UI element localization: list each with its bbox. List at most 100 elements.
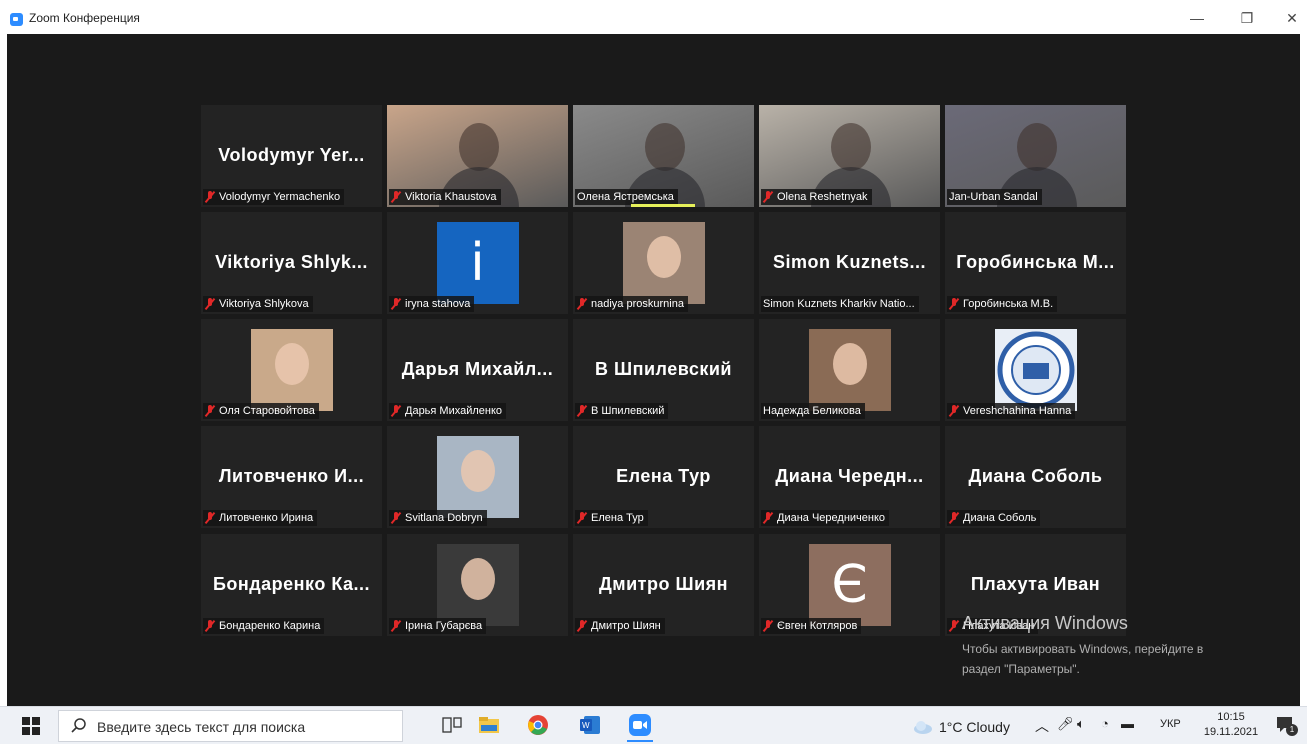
participant-tile[interactable]: Jan-Urban Sandal (945, 105, 1126, 207)
participant-tile[interactable]: Диана Соболь Диана Соболь (945, 426, 1126, 528)
participant-tile[interactable]: Vereshchahina Hanna (945, 319, 1126, 421)
participant-name-label: Дмитро Шиян (575, 618, 665, 634)
person-silhouette (831, 123, 871, 171)
mic-muted-icon (205, 620, 215, 632)
participant-name-label: Євген Котляров (761, 618, 862, 634)
volume-icon[interactable]: 🔈︎ (1077, 716, 1085, 732)
participant-tile[interactable]: Надежда Беликова (759, 319, 940, 421)
participant-tile[interactable]: Литовченко И... Литовченко Ирина (201, 426, 382, 528)
participant-tile[interactable]: Елена Тур Елена Тур (573, 426, 754, 528)
participant-tile[interactable]: Горобинська М... Горобинська М.В. (945, 212, 1126, 314)
participant-display-name: Диана Чередн... (775, 466, 924, 486)
profile-photo (436, 544, 519, 626)
letter-avatar: i (436, 222, 519, 304)
participant-tile[interactable]: i iryna stahova (387, 212, 568, 314)
face-shape (646, 236, 681, 278)
cloud-icon (914, 721, 932, 734)
mic-muted-icon (577, 298, 587, 310)
participant-name-label: Оля Старовойтова (203, 403, 319, 419)
participant-name: Olena Reshetnyak (777, 191, 868, 203)
notification-center-button[interactable]: 1 (1276, 715, 1298, 737)
profile-photo (250, 329, 333, 411)
task-view-button[interactable] (440, 713, 464, 737)
participant-name: Jan-Urban Sandal (949, 191, 1038, 203)
participant-name: nadiya proskurnina (591, 298, 684, 310)
emblem-icon (997, 331, 1074, 409)
mic-muted-icon (577, 620, 587, 632)
file-explorer-button[interactable] (477, 713, 501, 737)
mic-muted-icon (391, 405, 401, 417)
participant-tile[interactable]: Бондаренко Ка... Бондаренко Карина (201, 534, 382, 636)
activation-line-2: раздел "Параметры". (962, 662, 1080, 676)
participant-tile[interactable]: nadiya proskurnina (573, 212, 754, 314)
battery-icon[interactable]: ▬ (1121, 716, 1134, 731)
mic-muted-icon (763, 512, 773, 524)
participant-name: Viktoria Khaustova (405, 191, 497, 203)
participant-tile[interactable]: Viktoriya Shlyk... Viktoriya Shlykova (201, 212, 382, 314)
title-bar: Zoom Конференция — ❐ ✕ (0, 0, 1307, 34)
participant-name-label: nadiya proskurnina (575, 296, 688, 312)
participant-name-label: Viktoriya Shlykova (203, 296, 313, 312)
mic-muted-icon (205, 512, 215, 524)
activation-line-1: Чтобы активировать Windows, перейдите в (962, 642, 1204, 656)
participant-tile[interactable]: В Шпилевский В Шпилевский (573, 319, 754, 421)
participant-tile[interactable]: Є Євген Котляров (759, 534, 940, 636)
taskbar-search-input[interactable]: Введите здесь текст для поиска (58, 710, 403, 742)
participant-name: iryna stahova (405, 298, 471, 310)
participant-name-label: Диана Чередниченко (761, 510, 890, 526)
participant-name: В Шпилевский (591, 405, 665, 417)
clock-time: 10:15 (1217, 711, 1245, 723)
close-button[interactable]: ✕ (1277, 6, 1307, 30)
participant-name-label: Бондаренко Карина (203, 618, 325, 634)
participant-display-name: В Шпилевский (594, 359, 732, 379)
participant-tile[interactable]: Olena Reshetnyak (759, 105, 940, 207)
maximize-button[interactable]: ❐ (1232, 6, 1262, 30)
participant-tile[interactable]: Ірина Губарєва (387, 534, 568, 636)
start-button[interactable] (22, 717, 40, 735)
mic-muted-icon (763, 191, 773, 203)
participant-name-label: Горобинська М.В. (947, 296, 1058, 312)
chrome-button[interactable] (526, 713, 550, 737)
participant-display-name: Диана Соболь (968, 466, 1103, 486)
mic-muted-icon (577, 512, 587, 524)
participant-tile[interactable]: Дмитро Шиян Дмитро Шиян (573, 534, 754, 636)
participant-tile[interactable]: Оля Старовойтова (201, 319, 382, 421)
participant-name-label: Диана Соболь (947, 510, 1041, 526)
participant-name: Надежда Беликова (763, 405, 861, 417)
participant-name: Дарья Михайленко (405, 405, 503, 417)
participant-tile[interactable]: Volodymyr Yer... Volodymyr Yermachenko (201, 105, 382, 207)
language-indicator[interactable]: УКР (1160, 718, 1181, 730)
weather-widget[interactable]: 1°C Cloudy (913, 717, 1023, 737)
zoom-taskbar-button[interactable] (628, 713, 652, 737)
mic-muted-icon (949, 405, 959, 417)
participant-display-name: Плахута Иван (970, 574, 1101, 594)
person-silhouette (459, 123, 499, 171)
wifi-icon[interactable]: ◔ (1101, 716, 1109, 731)
minimize-button[interactable]: — (1182, 6, 1212, 30)
participant-tile[interactable]: Simon Kuznets... Simon Kuznets Kharkiv Na… (759, 212, 940, 314)
tray-expand-icon[interactable]: ︿ (1035, 716, 1049, 736)
participant-tile[interactable]: Диана Чередн... Диана Чередниченко (759, 426, 940, 528)
task-view-icon (442, 717, 462, 733)
participant-name-label: Надежда Беликова (761, 403, 865, 419)
participant-tile[interactable]: Дарья Михайл... Дарья Михайленко (387, 319, 568, 421)
microphone-tray-icon[interactable]: 🎤︎ (1057, 716, 1074, 732)
participant-name-label: Olena Reshetnyak (761, 189, 872, 205)
face-shape (832, 343, 867, 385)
word-button[interactable]: W (578, 713, 602, 737)
participant-tile[interactable]: Viktoria Khaustova (387, 105, 568, 207)
participant-name: Диана Соболь (963, 512, 1037, 524)
profile-photo (622, 222, 705, 304)
participant-name: Ірина Губарєва (405, 620, 483, 632)
participant-name-label: Олена Ястремська (575, 189, 678, 205)
activation-watermark-title: Активация Windows (962, 613, 1128, 633)
activation-watermark-text: Чтобы активировать Windows, перейдите в … (962, 639, 1282, 679)
person-silhouette (1017, 123, 1057, 171)
face-shape (274, 343, 309, 385)
participant-name: Simon Kuznets Kharkiv Natio... (763, 298, 915, 310)
participant-name: Svitlana Dobryn (405, 512, 483, 524)
participant-tile[interactable]: Олена Ястремська (573, 105, 754, 207)
participant-tile[interactable]: Svitlana Dobryn (387, 426, 568, 528)
search-placeholder: Введите здесь текст для поиска (97, 719, 306, 735)
clock[interactable]: 10:15 19.11.2021 (1198, 710, 1264, 742)
